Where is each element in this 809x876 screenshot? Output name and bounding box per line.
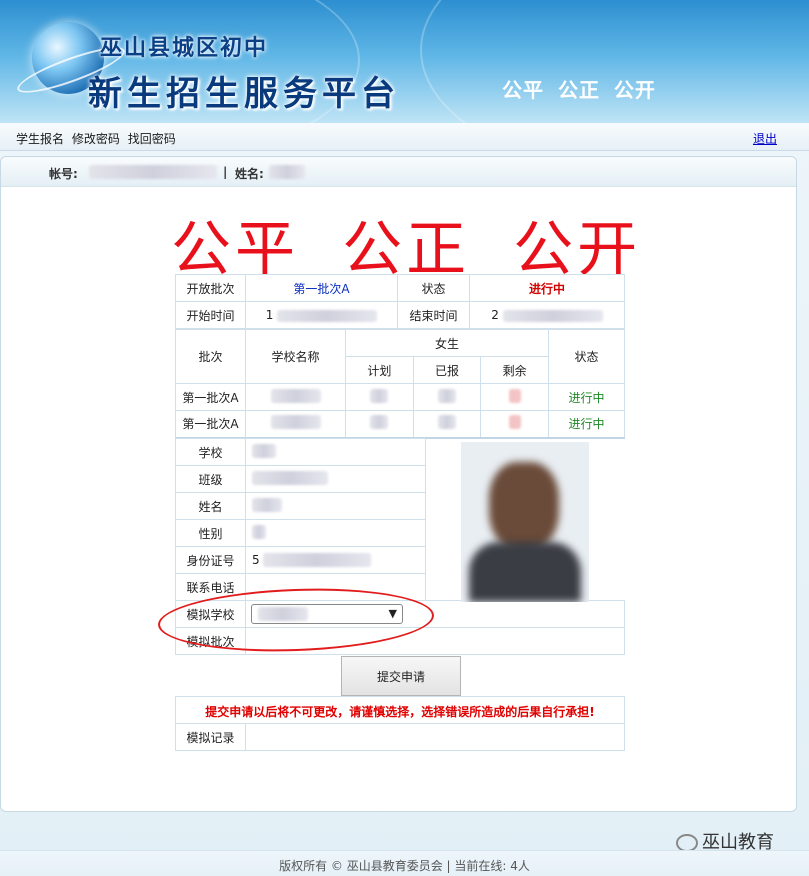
col-status: 状态 <box>548 329 625 384</box>
end-time-value: 2 <box>469 301 625 329</box>
name-field-redacted <box>252 497 282 512</box>
col-batch: 批次 <box>175 329 246 384</box>
content-frame: 帐号: | 姓名: 公平 公正 公开 开放批次 第一批次A 状态 进行中 开始时… <box>0 156 797 812</box>
col-plan: 计划 <box>345 356 414 384</box>
school-label: 学校 <box>175 438 246 466</box>
remaining-redacted <box>508 415 521 430</box>
class-value-redacted <box>252 470 328 485</box>
banner-title-platform: 新生招生服务平台 <box>88 74 400 114</box>
end-time-prefix: 2 <box>491 308 499 322</box>
submit-application-button[interactable]: 提交申请 <box>341 656 461 696</box>
photo-shirt <box>469 542 581 602</box>
start-time-prefix: 1 <box>265 308 274 322</box>
class-value <box>245 465 426 493</box>
open-batch-label: 开放批次 <box>175 274 246 302</box>
row-status: 进行中 <box>548 383 625 411</box>
open-batch-value: 第一批次A <box>245 274 398 302</box>
plan-redacted <box>370 415 389 430</box>
remaining-redacted <box>508 388 521 403</box>
id-number-label: 身份证号 <box>175 546 246 574</box>
reported-redacted <box>437 415 456 430</box>
row-status: 进行中 <box>548 410 625 438</box>
account-label: 帐号: <box>49 167 78 181</box>
name-field-label: 姓名 <box>175 492 246 520</box>
reported-redacted <box>437 388 456 403</box>
user-info-bar: 帐号: | 姓名: <box>1 157 796 187</box>
school-value-redacted <box>252 443 276 458</box>
col-school: 学校名称 <box>245 329 346 384</box>
nav-change-password[interactable]: 修改密码 <box>72 132 120 146</box>
status-label: 状态 <box>397 274 470 302</box>
gender-value-redacted <box>252 524 266 539</box>
start-time-value: 1 <box>245 301 398 329</box>
name-field-value <box>245 492 426 520</box>
photo-face <box>489 462 559 552</box>
name-value-redacted <box>269 165 305 179</box>
mock-record-value <box>245 723 625 751</box>
nav-recover-password[interactable]: 找回密码 <box>128 132 176 146</box>
banner-slogan: 公平 公正 公开 <box>502 78 656 102</box>
warning-text: 提交申请以后将不可更改，请谨慎选择，选择错误所造成的后果自行承担! <box>205 705 595 719</box>
header-banner: 巫山县城区初中 新生招生服务平台 公平 公正 公开 <box>0 0 809 123</box>
gender-label: 性别 <box>175 519 246 547</box>
row-batch: 第一批次A <box>175 383 246 411</box>
gender-value <box>245 519 426 547</box>
account-value-redacted <box>89 165 217 179</box>
logout-link[interactable]: 退出 <box>753 130 777 147</box>
row-plan <box>345 410 414 438</box>
row-school <box>245 383 346 411</box>
start-time-label: 开始时间 <box>175 301 246 329</box>
quota-table: 批次 学校名称 女生 状态 计划 已报 剩余 第一批次A 进行中 第一批次A 进… <box>175 329 625 439</box>
school-value <box>245 438 426 466</box>
table-row: 第一批次A 进行中 <box>175 383 625 411</box>
banner-title-county: 巫山县城区初中 <box>100 35 269 61</box>
id-number-value: 5 <box>245 546 426 574</box>
banner-decoration <box>420 0 809 123</box>
nav-student-register[interactable]: 学生报名 <box>16 132 64 146</box>
school-redacted <box>270 415 321 430</box>
id-prefix: 5 <box>252 552 260 567</box>
row-reported <box>412 383 482 411</box>
row-remaining <box>480 410 549 438</box>
batch-info-table: 开放批次 第一批次A 状态 进行中 开始时间 1 结束时间 2 <box>175 274 625 329</box>
id-number-redacted <box>263 553 372 568</box>
end-time-label: 结束时间 <box>397 301 470 329</box>
name-label: 姓名: <box>235 167 264 181</box>
row-plan <box>345 383 414 411</box>
row-remaining <box>480 383 549 411</box>
row-reported <box>412 410 482 438</box>
plan-redacted <box>370 388 389 403</box>
footer: 版权所有 © 巫山县教育委员会 | 当前在线: 4人 <box>0 850 809 876</box>
student-photo <box>461 442 589 602</box>
status-value: 进行中 <box>469 274 625 302</box>
class-label: 班级 <box>175 465 246 493</box>
nav-links: 学生报名 修改密码 找回密码 <box>16 130 180 147</box>
top-nav-bar: 学生报名 修改密码 找回密码 退出 <box>0 123 809 151</box>
mock-record-label: 模拟记录 <box>175 723 246 751</box>
col-group-female: 女生 <box>345 329 549 357</box>
school-redacted <box>270 388 321 403</box>
col-remaining: 剩余 <box>480 356 549 384</box>
separator: | <box>223 165 228 179</box>
row-batch: 第一批次A <box>175 410 246 438</box>
end-time-redacted <box>502 309 603 322</box>
start-time-redacted <box>277 309 378 322</box>
row-school <box>245 410 346 438</box>
table-row: 第一批次A 进行中 <box>175 410 625 438</box>
col-reported: 已报 <box>412 356 482 384</box>
